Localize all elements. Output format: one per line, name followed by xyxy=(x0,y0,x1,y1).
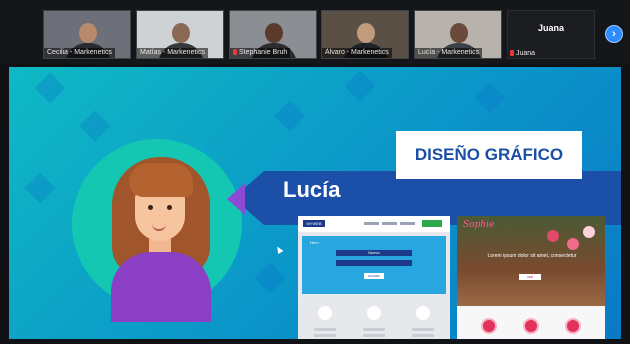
mockup-text-line xyxy=(412,328,434,331)
decor-diamond xyxy=(474,82,506,114)
participant-tile[interactable]: Cecilia - Markenetics xyxy=(43,10,131,59)
mockup-nav-link xyxy=(364,222,379,225)
participant-name: Álvaro - Markenetics xyxy=(322,48,392,58)
mockup-cta-button: VER xyxy=(519,274,541,280)
participant-name: Stephanie Bruh xyxy=(230,48,291,58)
next-page-button[interactable]: › xyxy=(605,25,623,43)
participant-head xyxy=(79,23,97,43)
decor-diamond xyxy=(79,110,111,142)
mockup-text-line xyxy=(314,328,336,331)
mockup-feature-icon xyxy=(481,318,497,334)
participant-name: Matías - Markenetics xyxy=(137,48,208,58)
mockup-feature-icon xyxy=(565,318,581,334)
mockup-logo: MYWEB xyxy=(303,220,325,227)
shared-screen-slide: Lucía DISEÑO GRÁFICO MYWEB Hero Nuevo EN… xyxy=(9,67,621,339)
flower-decor xyxy=(547,230,559,242)
mockup-text-line xyxy=(412,334,434,337)
flower-decor xyxy=(583,226,595,238)
mockup-field: Nuevo xyxy=(336,250,412,256)
mockup-feature-icon xyxy=(416,306,430,320)
mockup-feature-icon xyxy=(318,306,332,320)
participant-head xyxy=(357,23,375,43)
mockup-feature-icon xyxy=(367,306,381,320)
participant-tile[interactable]: Matías - Markenetics xyxy=(136,10,224,59)
mockup-nav-link xyxy=(382,222,397,225)
decor-diamond xyxy=(34,72,66,104)
mockup-nav-button xyxy=(422,220,442,227)
participant-tile[interactable]: Stephanie Bruh xyxy=(229,10,317,59)
mockup-hero: Hero Nuevo ENVIAR xyxy=(302,236,446,294)
decor-diamond xyxy=(344,70,376,102)
active-speaker-label: Juana xyxy=(537,23,564,33)
mockup-send-button: ENVIAR xyxy=(364,273,384,279)
participant-name: Juana xyxy=(510,50,535,57)
participant-tile[interactable]: Álvaro - Markenetics xyxy=(321,10,409,59)
illustration-shirt xyxy=(111,252,211,322)
mockup-feature-icon xyxy=(523,318,539,334)
participant-name: Cecilia - Markenetics xyxy=(44,48,115,58)
mic-muted-icon xyxy=(510,50,514,56)
mouse-cursor-icon xyxy=(274,244,284,255)
chevron-left-icon xyxy=(227,183,245,215)
slide-title: DISEÑO GRÁFICO xyxy=(396,131,582,179)
mockup-headline: Lorem ipsum dolor sit amet, consectetur xyxy=(487,253,577,259)
decor-diamond xyxy=(254,262,286,294)
participant-head xyxy=(450,23,468,43)
mockup-text-line xyxy=(363,328,385,331)
mockup-text-line xyxy=(314,334,336,337)
website-mockup-2: Sophie Lorem ipsum dolor sit amet, conse… xyxy=(457,216,605,339)
participant-name: Lucía - Markenetics xyxy=(415,48,483,58)
illustration-eye xyxy=(167,205,172,210)
illustration-bangs xyxy=(129,163,193,197)
decor-diamond xyxy=(24,172,56,204)
chevron-right-icon: › xyxy=(612,28,616,40)
participant-name-text: Juana xyxy=(516,50,536,57)
participant-tile[interactable]: Lucía - Markenetics xyxy=(414,10,502,59)
website-mockup-1: MYWEB Hero Nuevo ENVIAR xyxy=(298,216,450,339)
participant-head xyxy=(172,23,190,43)
decor-diamond xyxy=(274,100,306,132)
mockup-field xyxy=(336,260,412,266)
mockup-text-line xyxy=(363,334,385,337)
mockup-logo: Sophie xyxy=(463,220,495,230)
participant-head xyxy=(265,23,283,43)
mockup-hero-title: Hero xyxy=(310,240,319,245)
presenter-name: Lucía xyxy=(283,177,341,202)
active-speaker-tile[interactable]: Juana Juana xyxy=(507,10,595,59)
mockup-nav-link xyxy=(400,222,415,225)
mic-muted-icon xyxy=(233,49,237,55)
participant-name-text: Stephanie Bruh xyxy=(239,49,288,56)
illustration-eye xyxy=(148,205,153,210)
flower-decor xyxy=(567,238,579,250)
